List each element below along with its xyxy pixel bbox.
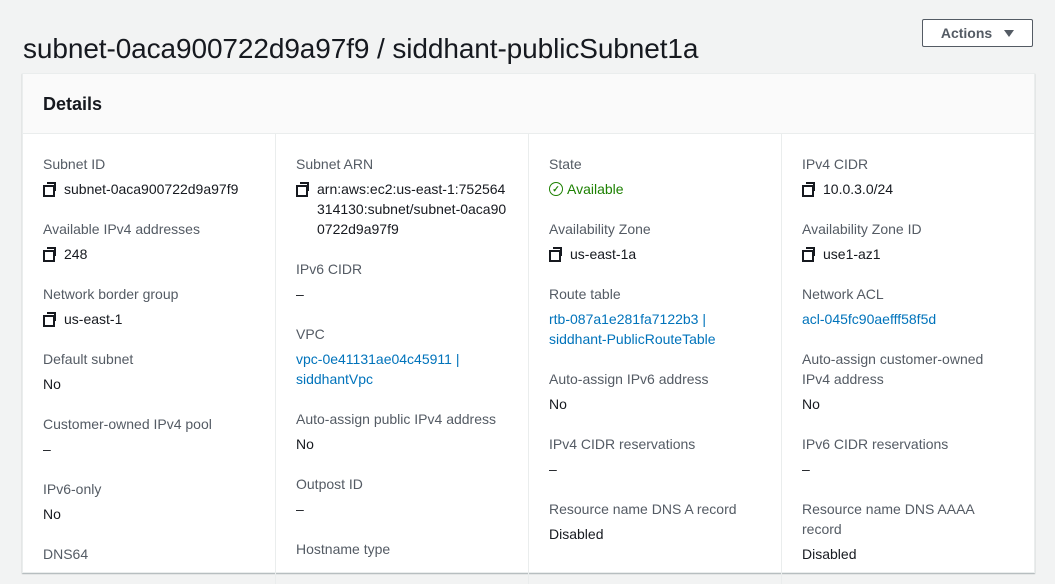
field-label: Outpost ID — [296, 476, 363, 492]
field-label: DNS64 — [43, 546, 89, 562]
field-label: Network ACL — [802, 286, 884, 302]
field-network-acl: Network ACL acl-045fc90aefff58f5d — [802, 284, 1014, 329]
field-label: Network border group — [43, 286, 179, 302]
field-label: Auto-assign public IPv4 address — [296, 411, 496, 427]
dns-aaaa-record-value: Disabled — [802, 546, 857, 562]
vpc-link[interactable]: vpc-0e41131ae04c45911 | siddhantVpc — [296, 349, 508, 389]
network-acl-link[interactable]: acl-045fc90aefff58f5d — [802, 309, 1014, 329]
route-table-link[interactable]: rtb-087a1e281fa7122b3 | siddhant-PublicR… — [549, 309, 761, 349]
field-dns-aaaa-record: Resource name DNS AAAA record Disabled — [802, 499, 1014, 564]
field-label: Availability Zone — [549, 221, 651, 237]
field-customer-owned-ipv4-pool: Customer-owned IPv4 pool – — [43, 414, 255, 459]
details-panel: Details Subnet ID subnet-0aca900722d9a97… — [22, 73, 1035, 584]
field-label: State — [549, 156, 582, 172]
field-label: Availability Zone ID — [802, 221, 922, 237]
field-dns64: DNS64 — [43, 544, 255, 564]
caret-down-icon — [1004, 29, 1015, 37]
field-label: Customer-owned IPv4 pool — [43, 416, 212, 432]
default-subnet-value: No — [43, 376, 61, 392]
copy-icon[interactable] — [549, 247, 563, 262]
field-label: Available IPv4 addresses — [43, 221, 200, 237]
network-border-group-value: us-east-1 — [64, 311, 123, 327]
field-label: Auto-assign IPv6 address — [549, 371, 709, 387]
dns-a-record-value: Disabled — [549, 526, 604, 542]
field-ipv6-cidr: IPv6 CIDR – — [296, 259, 508, 304]
details-column-4: IPv4 CIDR 10.0.3.0/24 Availability Zone … — [781, 134, 1034, 584]
copy-icon[interactable] — [296, 182, 310, 197]
field-availability-zone-id: Availability Zone ID use1-az1 — [802, 219, 1014, 264]
field-outpost-id: Outpost ID – — [296, 474, 508, 519]
field-route-table: Route table rtb-087a1e281fa7122b3 | sidd… — [549, 284, 761, 349]
check-circle-icon: ✓ — [549, 182, 563, 196]
field-auto-assign-ipv6: Auto-assign IPv6 address No — [549, 369, 761, 414]
ipv6-cidr-value: – — [296, 286, 304, 302]
ipv4-cidr-value: 10.0.3.0/24 — [823, 181, 894, 197]
field-availability-zone: Availability Zone us-east-1a — [549, 219, 761, 264]
field-label: IPv6-only — [43, 481, 102, 497]
auto-assign-public-ipv4-value: No — [296, 436, 314, 452]
field-state: State ✓ Available — [549, 154, 761, 199]
ipv6-only-value: No — [43, 506, 61, 522]
field-ipv6-cidr-reservations: IPv6 CIDR reservations – — [802, 434, 1014, 479]
field-label: IPv6 CIDR — [296, 261, 363, 277]
field-dns-a-record: Resource name DNS A record Disabled — [549, 499, 761, 544]
field-label: IPv4 CIDR — [802, 156, 869, 172]
field-label: IPv6 CIDR reservations — [802, 436, 949, 452]
details-column-2: Subnet ARN arn:aws:ec2:us-east-1:7525643… — [275, 134, 528, 584]
copy-icon[interactable] — [802, 247, 816, 262]
field-subnet-id: Subnet ID subnet-0aca900722d9a97f9 — [43, 154, 255, 199]
field-ipv4-cidr-reservations: IPv4 CIDR reservations – — [549, 434, 761, 479]
outpost-id-value: – — [296, 501, 304, 517]
customer-owned-ipv4-pool-value: – — [43, 441, 51, 457]
copy-icon[interactable] — [43, 182, 57, 197]
details-column-3: State ✓ Available Availability Zone us-e… — [528, 134, 781, 584]
field-default-subnet: Default subnet No — [43, 349, 255, 394]
field-label: Auto-assign customer-owned IPv4 address — [802, 351, 984, 387]
available-ipv4-value: 248 — [64, 246, 88, 262]
field-network-border-group: Network border group us-east-1 — [43, 284, 255, 329]
availability-zone-value: us-east-1a — [570, 246, 637, 262]
field-label: Subnet ID — [43, 156, 106, 172]
actions-button-label: Actions — [940, 25, 993, 41]
field-hostname-type: Hostname type — [296, 539, 508, 559]
field-label: Subnet ARN — [296, 156, 374, 172]
field-label: IPv4 CIDR reservations — [549, 436, 696, 452]
field-auto-assign-public-ipv4: Auto-assign public IPv4 address No — [296, 409, 508, 454]
field-available-ipv4: Available IPv4 addresses 248 — [43, 219, 255, 264]
field-label: Hostname type — [296, 541, 391, 557]
field-auto-assign-customer-owned-ipv4: Auto-assign customer-owned IPv4 address … — [802, 349, 1014, 414]
copy-icon[interactable] — [43, 247, 57, 262]
auto-assign-customer-owned-ipv4-value: No — [802, 396, 820, 412]
field-label: Route table — [549, 286, 621, 302]
actions-button[interactable]: Actions — [922, 19, 1033, 47]
subnet-id-value: subnet-0aca900722d9a97f9 — [64, 181, 239, 197]
copy-icon[interactable] — [802, 182, 816, 197]
details-heading: Details — [23, 74, 1034, 134]
auto-assign-ipv6-value: No — [549, 396, 567, 412]
ipv4-cidr-reservations-value: – — [549, 461, 557, 477]
state-value: Available — [567, 181, 624, 197]
field-label: Resource name DNS AAAA record — [802, 501, 974, 537]
ipv6-cidr-reservations-value: – — [802, 461, 810, 477]
field-label: Resource name DNS A record — [549, 501, 737, 517]
field-vpc: VPC vpc-0e41131ae04c45911 | siddhantVpc — [296, 324, 508, 389]
field-subnet-arn: Subnet ARN arn:aws:ec2:us-east-1:7525643… — [296, 154, 508, 239]
availability-zone-id-value: use1-az1 — [823, 246, 881, 262]
subnet-arn-value: arn:aws:ec2:us-east-1:752564314130:subne… — [317, 181, 507, 237]
details-column-1: Subnet ID subnet-0aca900722d9a97f9 Avail… — [23, 134, 275, 584]
page-title: subnet-0aca900722d9a97f9 / siddhant-publ… — [23, 32, 699, 64]
field-ipv4-cidr: IPv4 CIDR 10.0.3.0/24 — [802, 154, 1014, 199]
field-label: VPC — [296, 326, 325, 342]
copy-icon[interactable] — [43, 312, 57, 327]
field-label: Default subnet — [43, 351, 134, 367]
field-ipv6-only: IPv6-only No — [43, 479, 255, 524]
